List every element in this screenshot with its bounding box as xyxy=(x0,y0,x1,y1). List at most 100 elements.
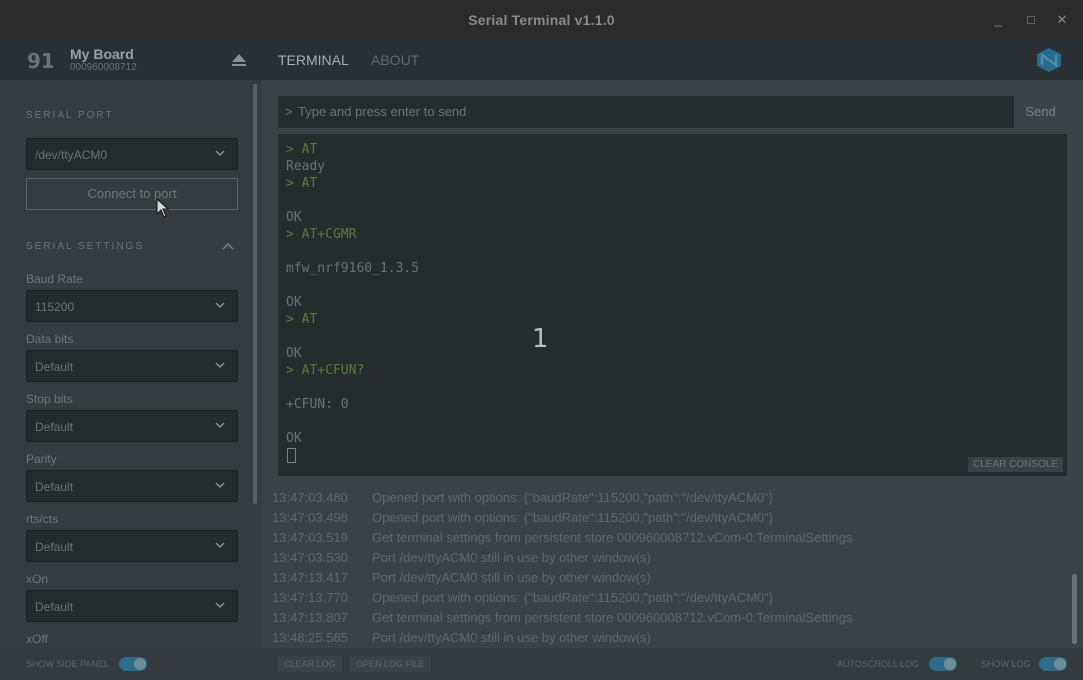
autoscroll-log-label: AUTOSCROLL LOG xyxy=(837,659,920,669)
stop-bits-label: Stop bits xyxy=(26,392,73,406)
board-logo-icon: 91 xyxy=(27,49,53,71)
chevron-up-icon[interactable] xyxy=(222,242,234,250)
show-log-toggle[interactable] xyxy=(1039,657,1067,671)
send-prompt: > xyxy=(285,104,293,119)
connect-button[interactable]: Connect to port xyxy=(26,178,238,210)
console-line: OK xyxy=(286,346,302,361)
data-bits-value: Default xyxy=(35,360,74,374)
console-output[interactable]: > AT Ready > AT OK > AT+CGMR mfw_nrf9160… xyxy=(278,134,1067,476)
tab-about[interactable]: ABOUT xyxy=(371,52,419,68)
data-bits-select[interactable]: Default xyxy=(26,350,238,382)
send-input[interactable]: Type and press enter to send xyxy=(298,104,466,119)
rts-cts-value: Default xyxy=(35,540,74,554)
log-time: 13:47:03.498 xyxy=(272,510,348,525)
show-log-label: SHOW LOG xyxy=(981,659,1031,669)
port-select-value: /dev/ttyACM0 xyxy=(35,148,108,162)
side-panel-scrollbar[interactable] xyxy=(253,84,257,504)
show-side-panel-label: SHOW SIDE PANEL xyxy=(26,659,109,669)
eject-icon[interactable] xyxy=(231,53,247,67)
log-row: 13:47:13.807 Get terminal settings from p… xyxy=(272,610,853,625)
baud-rate-select[interactable]: 115200 xyxy=(26,290,238,322)
toggle-knob xyxy=(944,658,956,670)
log-row: 13:47:03.480 Opened port with options: {"… xyxy=(272,492,773,505)
tab-terminal[interactable]: TERMINAL xyxy=(278,52,349,68)
maximize-button[interactable]: □ xyxy=(1021,10,1041,30)
log-message: Opened port with options: {"baudRate":11… xyxy=(372,590,774,605)
console-line: mfw_nrf9160_1.3.5 xyxy=(286,261,420,276)
log-message: Opened port with options: {"baudRate":11… xyxy=(372,510,774,525)
side-footer: SHOW SIDE PANEL xyxy=(0,648,262,680)
chevron-down-icon xyxy=(215,302,225,309)
data-bits-label: Data bits xyxy=(26,332,74,346)
show-side-panel-toggle[interactable] xyxy=(119,657,147,671)
parity-select[interactable]: Default xyxy=(26,470,238,502)
open-log-file-button[interactable]: OPEN LOG FILE xyxy=(350,656,431,672)
serial-settings-heading: SERIAL SETTINGS xyxy=(26,241,144,252)
xoff-label: xOff xyxy=(26,632,48,646)
log-message: Port /dev/ttyACM0 still in use by other … xyxy=(372,570,651,585)
console-line: OK xyxy=(286,431,302,446)
send-bar: > Type and press enter to send Send xyxy=(278,96,1067,128)
log-message: Port /dev/ttyACM0 still in use by other … xyxy=(372,550,651,565)
console-line: Ready xyxy=(286,159,326,174)
title-bar: Serial Terminal v1.1.0 _ □ ✕ xyxy=(0,0,1083,40)
console-line: +CFUN: 0 xyxy=(286,397,349,412)
baud-rate-value: 115200 xyxy=(35,300,75,314)
console-line: > AT+CFUN? xyxy=(286,363,365,378)
toggle-knob xyxy=(1054,658,1066,670)
device-serial: 000960008712 xyxy=(70,62,137,73)
overlay-number: 1 xyxy=(532,324,549,354)
parity-value: Default xyxy=(35,480,74,494)
log-time: 13:47:03.530 xyxy=(272,550,348,565)
clear-log-button[interactable]: CLEAR LOG xyxy=(278,656,342,672)
log-time: 13:47:03.480 xyxy=(272,492,348,505)
device-header[interactable]: 91 My Board 000960008712 xyxy=(0,40,262,80)
log-row: 13:47:03.519 Get terminal settings from p… xyxy=(272,530,853,545)
chevron-down-icon xyxy=(215,150,225,157)
log-row: 13:47:13.417 Port /dev/ttyACM0 still in u… xyxy=(272,570,651,585)
send-button[interactable]: Send xyxy=(1014,96,1067,128)
nordic-logo-icon xyxy=(1037,48,1061,72)
console-line: OK xyxy=(286,295,302,310)
toggle-knob xyxy=(134,658,146,670)
parity-label: Parity xyxy=(26,452,57,466)
log-message: Get terminal settings from persistent st… xyxy=(372,610,853,625)
device-name: My Board xyxy=(70,46,134,62)
nav-header: TERMINAL ABOUT xyxy=(262,40,1083,80)
console-line: > AT xyxy=(286,176,318,191)
console-line: > AT+CGMR xyxy=(286,227,357,242)
log-footer: CLEAR LOG OPEN LOG FILE AUTOSCROLL LOG S… xyxy=(262,648,1083,680)
chevron-down-icon xyxy=(215,482,225,489)
log-row: 13:47:03.498 Opened port with options: {"… xyxy=(272,510,773,525)
console-line: > AT xyxy=(286,142,318,157)
log-row: 13:47:13.770 Opened port with options: {"… xyxy=(272,590,773,605)
xon-label: xOn xyxy=(26,572,49,586)
log-time: 13:47:13.807 xyxy=(272,610,348,625)
log-scrollbar[interactable] xyxy=(1072,574,1077,644)
log-row: 13:47:03.530 Port /dev/ttyACM0 still in u… xyxy=(272,550,651,565)
mouse-pointer-icon xyxy=(156,198,170,218)
terminal-area: > Type and press enter to send Send > AT… xyxy=(262,80,1083,492)
console-cursor xyxy=(287,448,296,463)
close-button[interactable]: ✕ xyxy=(1052,10,1072,30)
log-message: Port /dev/ttyACM0 still in use by other … xyxy=(372,630,651,645)
side-panel: SERIAL PORT /dev/ttyACM0 Connect to port… xyxy=(0,80,262,648)
rts-cts-label: rts/cts xyxy=(26,512,58,526)
rts-cts-select[interactable]: Default xyxy=(26,530,238,562)
stop-bits-value: Default xyxy=(35,420,74,434)
xon-value: Default xyxy=(35,600,74,614)
clear-console-button[interactable]: CLEAR CONSOLE xyxy=(967,457,1063,472)
svg-text:91: 91 xyxy=(27,49,53,71)
chevron-down-icon xyxy=(215,542,225,549)
console-line: > AT xyxy=(286,312,318,327)
console-line: OK xyxy=(286,210,302,225)
log-message: Opened port with options: {"baudRate":11… xyxy=(372,492,774,505)
xon-select[interactable]: Default xyxy=(26,590,238,622)
minimize-button[interactable]: _ xyxy=(988,10,1008,30)
autoscroll-log-toggle[interactable] xyxy=(929,657,957,671)
log-time: 13:47:13.417 xyxy=(272,570,348,585)
log-row: 13:48:25.565 Port /dev/ttyACM0 still in u… xyxy=(272,630,651,645)
stop-bits-select[interactable]: Default xyxy=(26,410,238,442)
log-message: Get terminal settings from persistent st… xyxy=(372,530,853,545)
port-select[interactable]: /dev/ttyACM0 xyxy=(26,138,238,170)
